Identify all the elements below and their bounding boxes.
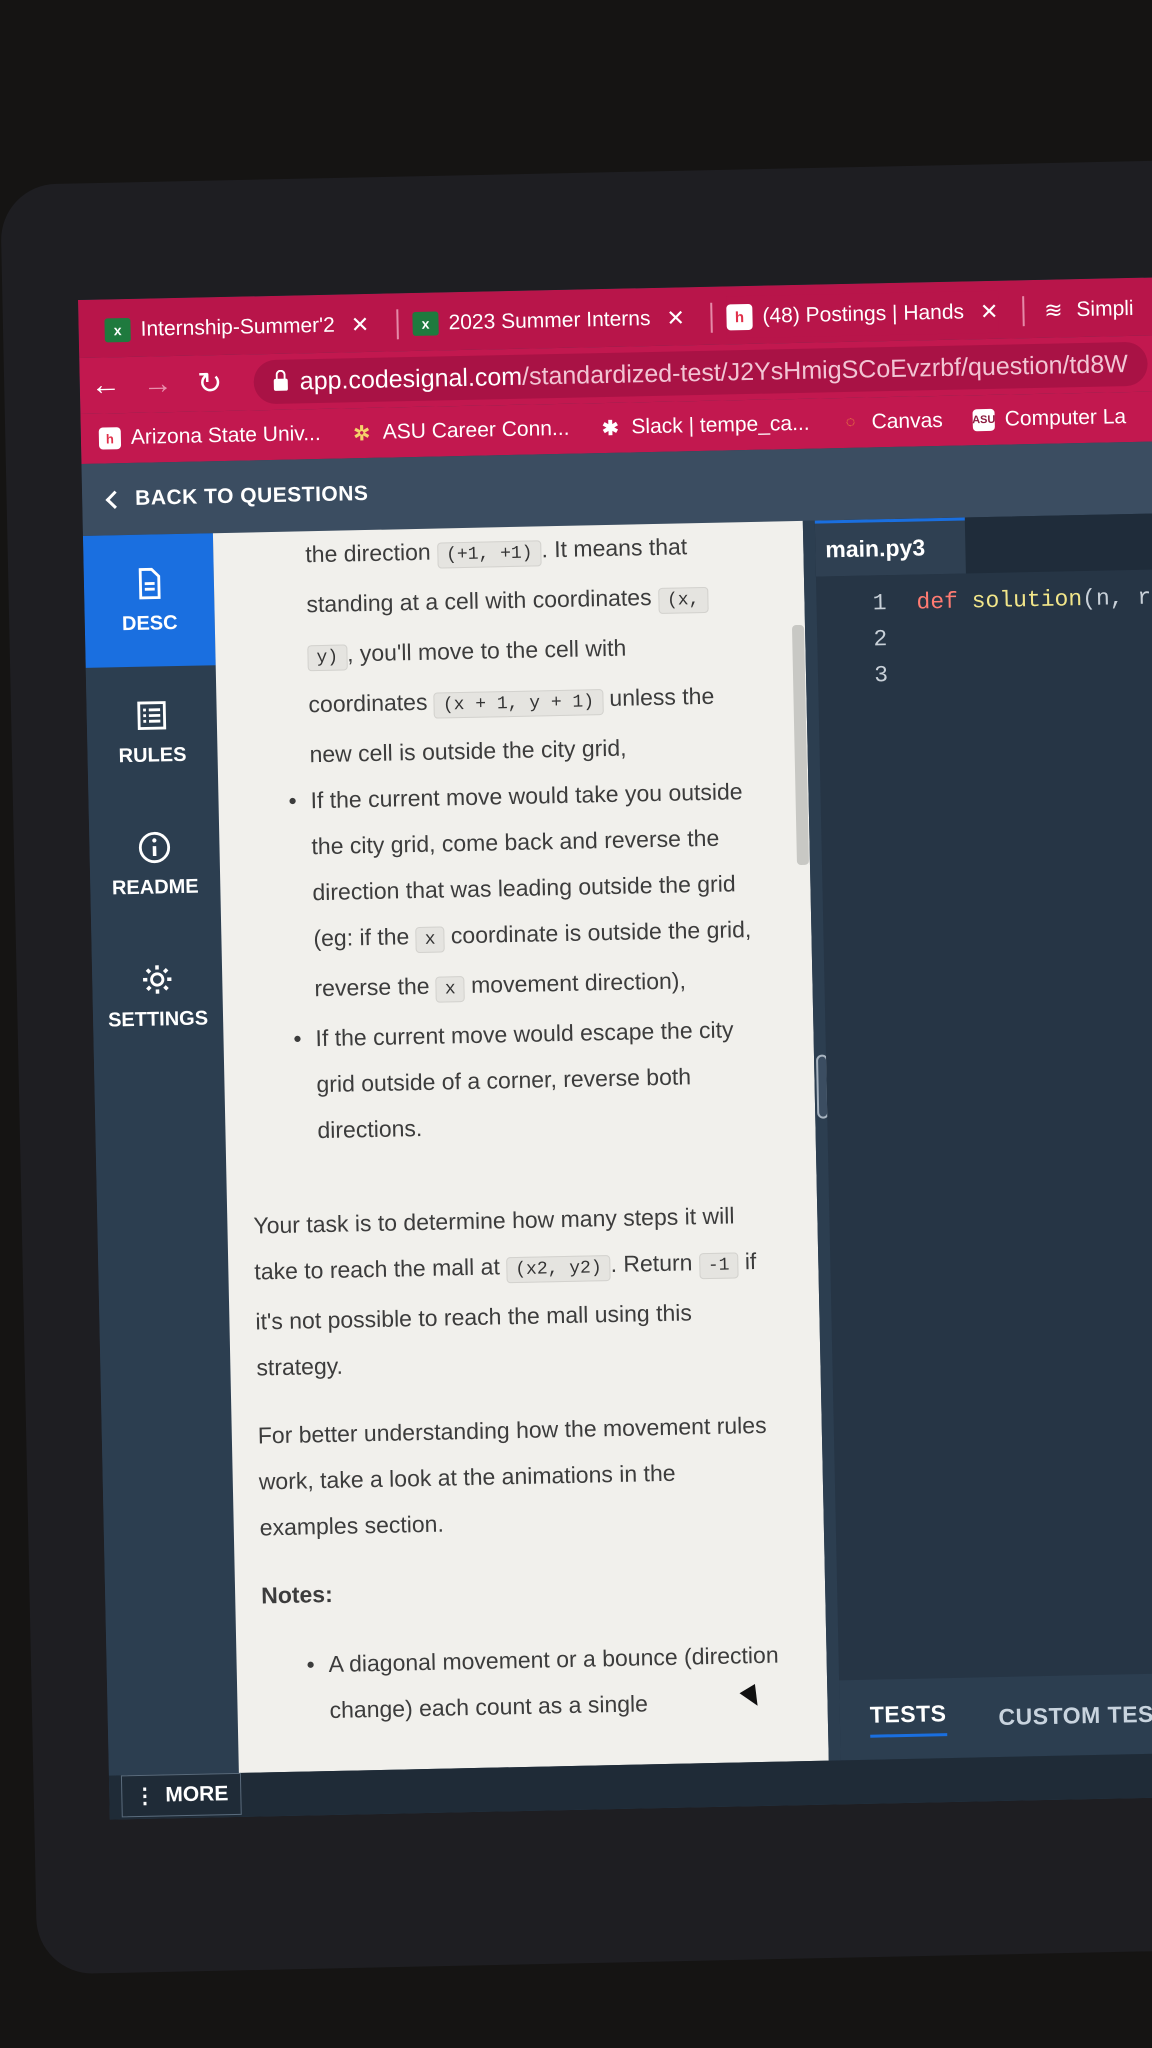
description-panel[interactable]: the direction (+1, +1). It means that st… (212, 520, 829, 1773)
notes-heading: Notes: (260, 1580, 333, 1609)
tab-2023-summer-interns[interactable]: x 2023 Summer Interns ✕ (412, 297, 685, 345)
tab-label: 2023 Summer Interns (448, 307, 651, 335)
browser-window: x Internship-Summer'2 ✕ x 2023 Summer In… (78, 276, 1152, 1820)
inline-code: (x2, y2) (506, 1255, 611, 1284)
tab-divider (710, 302, 713, 333)
more-vertical-icon: ⋮ (134, 1784, 156, 1808)
bookmark-slack[interactable]: ✱ Slack | tempe_ca... (599, 412, 810, 440)
forward-arrow-icon[interactable]: → (131, 367, 184, 402)
reload-icon[interactable]: ↻ (183, 365, 236, 401)
bookmark-label: ASU Career Conn... (382, 416, 570, 444)
inline-code: x (435, 976, 466, 1003)
handshake-icon: h (726, 303, 753, 331)
sidebar-label: RULES (118, 743, 187, 767)
tab-custom-tests[interactable]: CUSTOM TES (998, 1700, 1152, 1730)
inline-code: y) (307, 644, 348, 672)
sidebar-item-rules[interactable]: RULES (86, 665, 219, 800)
tab-tests[interactable]: TESTS (869, 1700, 947, 1738)
file-tab-main-py3[interactable]: main.py3 (814, 517, 966, 577)
simplify-icon: ≋ (1043, 297, 1063, 323)
tab-label: Internship-Summer'2 (140, 313, 336, 341)
bookmark-label: Arizona State Univ... (130, 421, 321, 449)
bookmark-computer-lab[interactable]: ASU Computer La (972, 405, 1126, 432)
handshake-icon: h (98, 427, 122, 450)
inline-code: (+1, +1) (436, 540, 542, 569)
url-path: /standardized-test/J2YsHmigSCoEvzrbf/que… (521, 349, 1129, 391)
tab-label: (48) Postings | Hands (762, 300, 965, 328)
close-icon[interactable]: ✕ (351, 312, 370, 338)
lock-icon (273, 378, 288, 391)
code-keyword: def (916, 588, 959, 616)
tab-divider (1022, 296, 1025, 327)
rules-list-continuation: the direction (+1, +1). It means that st… (239, 522, 772, 1155)
tab-internship-summer[interactable]: x Internship-Summer'2 ✕ (104, 304, 370, 352)
tab-label: Simpli (1076, 296, 1134, 322)
tab-divider (396, 309, 399, 340)
back-label: BACK TO QUESTIONS (134, 481, 369, 510)
line-number: 2 (873, 626, 888, 653)
sidebar-label: SETTINGS (107, 1006, 209, 1032)
excel-icon: x (412, 311, 439, 336)
back-to-questions-button[interactable]: BACK TO QUESTIONS (105, 481, 369, 511)
excel-icon: x (104, 317, 131, 343)
line-number: 1 (872, 590, 887, 617)
settings-icon (143, 964, 172, 994)
inline-code: -1 (698, 1252, 739, 1280)
url-host: app.codesignal.com (299, 362, 523, 395)
slack-icon: ✱ (601, 417, 620, 440)
back-arrow-icon[interactable]: ← (79, 368, 132, 403)
tab-handshake-postings[interactable]: h (48) Postings | Hands ✕ (726, 290, 999, 339)
tests-tabbar: TESTS CUSTOM TES (839, 1671, 1152, 1761)
bookmark-asu-career[interactable]: ✲ ASU Career Conn... (350, 416, 570, 446)
code-params: (n, r (1081, 584, 1152, 613)
info-icon (138, 831, 171, 863)
inline-code: x (415, 926, 445, 954)
notes-list: A diagonal movement or a bounce (directi… (262, 1632, 784, 1735)
document-icon (138, 567, 161, 599)
line-numbers: 1 2 3 (856, 585, 888, 694)
bookmark-arizona-state[interactable]: h Arizona State Univ... (98, 421, 321, 451)
sidebar-item-settings[interactable]: SETTINGS (91, 929, 224, 1064)
gear-icon: ✲ (353, 422, 371, 445)
code-function-name: solution (971, 586, 1083, 615)
bookmark-label: Canvas (871, 408, 943, 434)
close-icon[interactable]: ✕ (666, 305, 685, 331)
task-paragraph: Your task is to determine how many steps… (253, 1202, 757, 1381)
inline-code: (x, (657, 586, 709, 614)
canvas-icon: ◌ (845, 413, 856, 431)
chevron-left-icon (105, 490, 124, 509)
list-item: A diagonal movement or a bounce (directi… (262, 1632, 784, 1735)
list-item: the direction (+1, +1). It means that st… (305, 533, 715, 768)
bookmark-canvas[interactable]: ◌ Canvas (839, 409, 943, 435)
sidebar-item-readme[interactable]: README (88, 797, 221, 932)
inline-code: (x + 1, y + 1) (433, 689, 604, 719)
bookmark-label: Computer La (1004, 405, 1127, 431)
left-sidebar: DESC RULES README SETTINGS (82, 533, 239, 1776)
bookmark-label: Slack | tempe_ca... (631, 411, 810, 439)
more-button[interactable]: ⋮ MORE (120, 1772, 242, 1818)
sidebar-label: DESC (121, 611, 178, 635)
list-item: If the current move would escape the cit… (249, 1006, 772, 1155)
tab-simplify[interactable]: ≋ Simpli (1040, 288, 1134, 332)
code-line[interactable]: def solution(n, r (916, 580, 1151, 621)
code-editor[interactable]: main.py3 1 2 3 def solution(n, r TESTS C… (814, 511, 1152, 1761)
more-label: MORE (165, 1782, 229, 1807)
asu-icon: ASU (972, 408, 995, 432)
sidebar-label: README (111, 875, 199, 899)
close-icon[interactable]: ✕ (980, 299, 999, 325)
sidebar-item-desc[interactable]: DESC (82, 533, 216, 668)
list-item: If the current move would take you outsi… (244, 768, 769, 1017)
line-number: 3 (873, 662, 889, 689)
list-icon (137, 700, 167, 730)
hint-paragraph: For better understanding how the movemen… (257, 1411, 767, 1541)
